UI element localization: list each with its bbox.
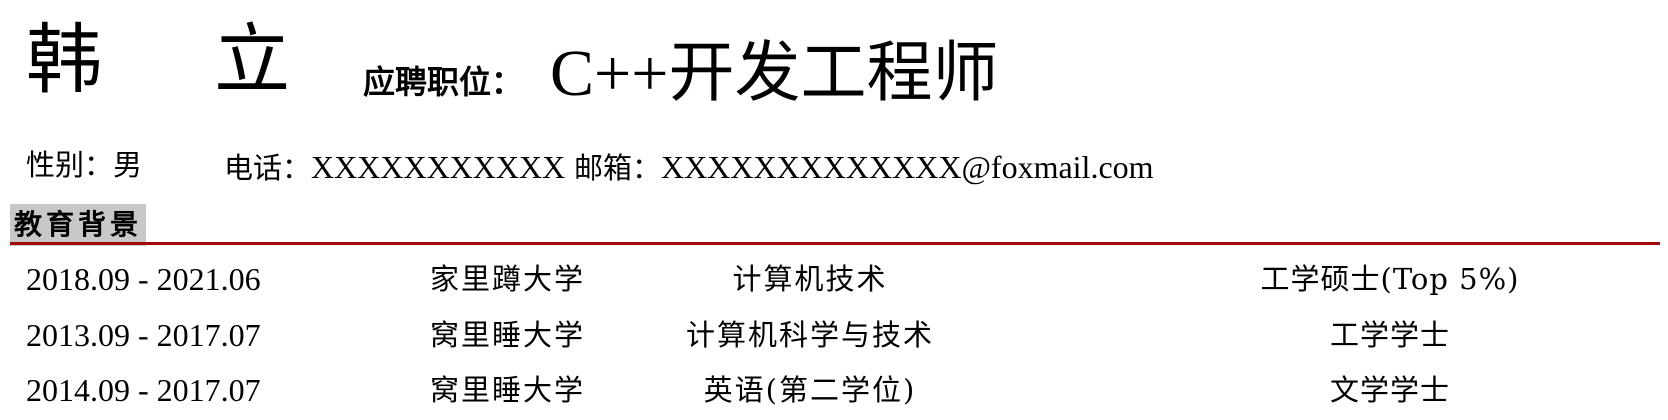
email-field: 邮箱：XXXXXXXXXXXXX@foxmail.com bbox=[574, 151, 1154, 183]
education-dates: 2014.09 - 2017.07 bbox=[26, 372, 261, 408]
section-divider bbox=[10, 242, 1660, 245]
position-label: 应聘职位： bbox=[363, 63, 524, 101]
education-dates: 2018.09 - 2021.06 bbox=[26, 261, 261, 297]
position-value-cjk: 开发工程师 bbox=[668, 34, 999, 111]
gender-label: 性别： bbox=[26, 148, 114, 182]
email-value: XXXXXXXXXXXXX@foxmail.com bbox=[661, 149, 1154, 185]
phone-label: 电话： bbox=[224, 151, 312, 185]
education-row: 2018.09 - 2021.06 家里蹲大学 计算机技术 工学硕士(Top 5… bbox=[0, 254, 1668, 304]
candidate-name: 韩 立 bbox=[26, 15, 335, 104]
education-school: 窝里睡大学 bbox=[430, 318, 586, 352]
gender-value: 男 bbox=[113, 148, 143, 182]
education-row: 2014.09 - 2017.07 窝里睡大学 英语(第二学位) 文学学士 bbox=[0, 365, 1668, 415]
position-value: C++开发工程师 bbox=[550, 40, 998, 107]
gender-field: 性别：男 bbox=[26, 151, 142, 180]
education-school: 窝里睡大学 bbox=[430, 373, 586, 407]
position-value-latin: C++ bbox=[550, 37, 669, 110]
education-school: 家里蹲大学 bbox=[430, 262, 586, 296]
email-label: 邮箱： bbox=[574, 151, 662, 185]
education-dates: 2013.09 - 2017.07 bbox=[26, 317, 261, 353]
education-row: 2013.09 - 2017.07 窝里睡大学 计算机科学与技术 工学学士 bbox=[0, 310, 1668, 360]
phone-value: XXXXXXXXXXX bbox=[311, 149, 566, 185]
education-section-title: 教育背景 bbox=[10, 204, 147, 246]
phone-field: 电话：XXXXXXXXXXX bbox=[224, 151, 565, 183]
